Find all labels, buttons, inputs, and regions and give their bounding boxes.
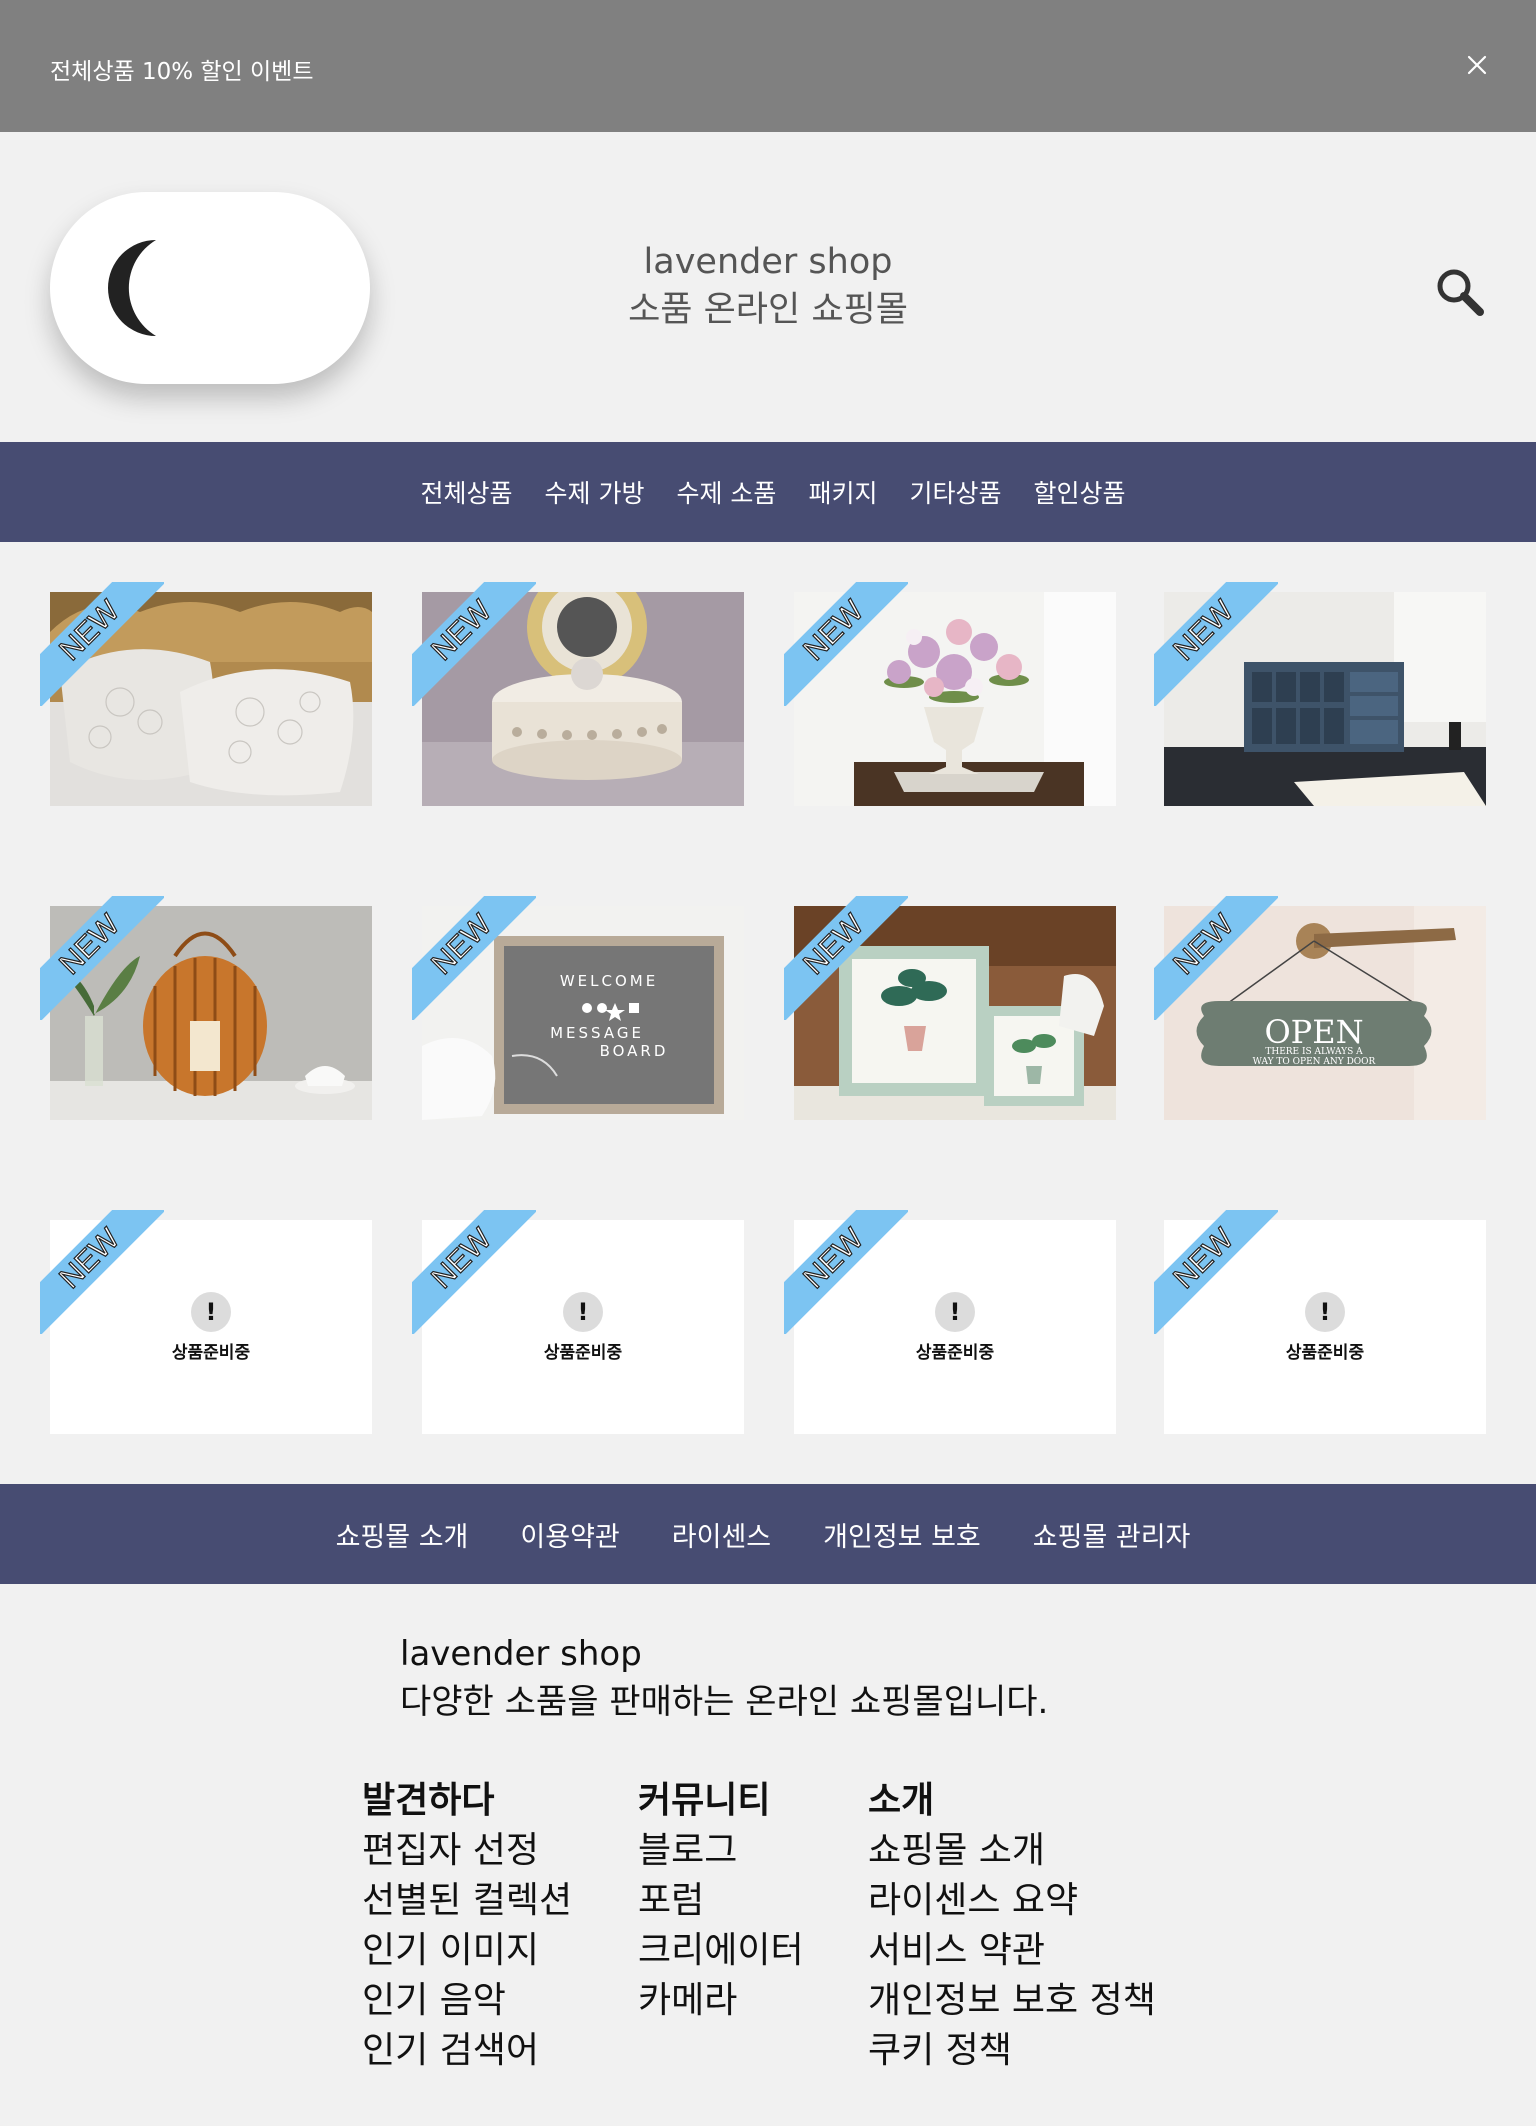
- board-line-1: WELCOME: [560, 972, 658, 990]
- footer-column-title: 소개: [868, 1780, 935, 1821]
- footer-link[interactable]: 쿠키 정책: [868, 2026, 1156, 2076]
- footer-link[interactable]: 편집자 선정: [362, 1826, 572, 1876]
- category-nav: 전체상품 수제 가방 수제 소품 패키지 기타상품 할인상품: [0, 442, 1536, 542]
- alert-icon: !: [1305, 1292, 1345, 1332]
- product-card-pending[interactable]: ! 상품준비중 NEW: [40, 1210, 372, 1434]
- new-badge: NEW: [40, 1210, 164, 1334]
- board-line-3: BOARD: [600, 1042, 669, 1060]
- shop-name: lavender shop: [643, 242, 893, 282]
- board-line-2: MESSAGE: [550, 1024, 644, 1042]
- footer-nav-admin[interactable]: 쇼핑몰 관리자: [1033, 1515, 1191, 1554]
- footer-link[interactable]: 포럼: [638, 1876, 804, 1926]
- alert-icon: !: [935, 1292, 975, 1332]
- close-icon[interactable]: [1464, 52, 1490, 78]
- nav-item-sale-products[interactable]: 할인상품: [1033, 474, 1125, 510]
- sign-subtitle-1: THERE IS ALWAYS A: [1265, 1047, 1363, 1057]
- shop-tagline: 소품 온라인 쇼핑몰: [628, 290, 908, 330]
- footer-nav-license[interactable]: 라이센스: [672, 1515, 771, 1554]
- footer-link[interactable]: 쇼핑몰 소개: [868, 1826, 1156, 1876]
- new-badge: NEW: [412, 896, 536, 1020]
- new-badge: NEW: [1154, 582, 1278, 706]
- new-badge: NEW: [784, 896, 908, 1020]
- new-badge: NEW: [1154, 1210, 1278, 1334]
- product-card[interactable]: NEW: [784, 896, 1116, 1120]
- footer-column-discover: 발견하다 편집자 선정 선별된 컬렉션 인기 이미지 인기 음악 인기 검색어: [362, 1776, 572, 2076]
- footer-column-community: 커뮤니티 블로그 포럼 크리에이터 카메라: [638, 1776, 804, 2026]
- nav-item-handmade-goods[interactable]: 수제 소품: [676, 474, 776, 510]
- footer-description: 다양한 소품을 판매하는 온라인 쇼핑몰입니다.: [400, 1682, 1049, 1722]
- moon-icon: [108, 240, 156, 336]
- alert-icon: !: [563, 1292, 603, 1332]
- product-card[interactable]: NEW: [40, 896, 372, 1120]
- pending-label: 상품준비중: [1285, 1343, 1365, 1363]
- shop-header-title: lavender shop 소품 온라인 쇼핑몰: [568, 238, 968, 334]
- product-card-pending[interactable]: ! 상품준비중 NEW: [1154, 1210, 1486, 1434]
- footer-column-about: 소개 쇼핑몰 소개 라이센스 요약 서비스 약관 개인정보 보호 정책 쿠키 정…: [868, 1776, 1156, 2076]
- nav-item-other-products[interactable]: 기타상품: [909, 474, 1001, 510]
- footer-about: lavender shop 다양한 소품을 판매하는 온라인 쇼핑몰입니다.: [400, 1630, 1300, 1726]
- footer-link[interactable]: 블로그: [638, 1826, 804, 1876]
- search-icon[interactable]: [1434, 266, 1486, 318]
- footer-nav-terms[interactable]: 이용약관: [520, 1515, 619, 1554]
- footer-shop-name: lavender shop: [400, 1634, 642, 1674]
- alert-icon: !: [191, 1292, 231, 1332]
- footer-link[interactable]: 크리에이터: [638, 1926, 804, 1976]
- new-badge: NEW: [40, 582, 164, 706]
- product-card[interactable]: WELCOME MESSAGE BOARD NEW: [412, 896, 744, 1120]
- theme-toggle[interactable]: [50, 192, 370, 384]
- product-card[interactable]: OPEN THERE IS ALWAYS A WAY TO OPEN ANY D…: [1154, 896, 1486, 1120]
- footer-link[interactable]: 인기 이미지: [362, 1926, 572, 1976]
- promo-banner-text: 전체상품 10% 할인 이벤트: [50, 59, 314, 85]
- product-card-pending[interactable]: ! 상품준비중 NEW: [412, 1210, 744, 1434]
- sign-title: OPEN: [1264, 1013, 1363, 1051]
- nav-item-all-products[interactable]: 전체상품: [421, 474, 513, 510]
- new-badge: NEW: [412, 1210, 536, 1334]
- new-badge: NEW: [40, 896, 164, 1020]
- footer-nav: 쇼핑몰 소개 이용약관 라이센스 개인정보 보호 쇼핑몰 관리자: [0, 1484, 1536, 1584]
- product-card[interactable]: NEW: [40, 582, 372, 806]
- new-badge: NEW: [1154, 896, 1278, 1020]
- footer-link[interactable]: 인기 검색어: [362, 2026, 572, 2076]
- footer-nav-privacy[interactable]: 개인정보 보호: [823, 1515, 981, 1554]
- new-badge: NEW: [412, 582, 536, 706]
- product-card[interactable]: NEW: [412, 582, 744, 806]
- footer-link[interactable]: 카메라: [638, 1976, 804, 2026]
- pending-label: 상품준비중: [543, 1343, 623, 1363]
- nav-item-handmade-bags[interactable]: 수제 가방: [545, 474, 645, 510]
- product-card[interactable]: NEW: [784, 582, 1116, 806]
- product-card[interactable]: NEW: [1154, 582, 1486, 806]
- footer-link[interactable]: 선별된 컬렉션: [362, 1876, 572, 1926]
- pending-label: 상품준비중: [171, 1343, 251, 1363]
- nav-item-package[interactable]: 패키지: [808, 474, 877, 510]
- footer-link[interactable]: 인기 음악: [362, 1976, 572, 2026]
- new-badge: NEW: [784, 1210, 908, 1334]
- footer-link[interactable]: 개인정보 보호 정책: [868, 1976, 1156, 2026]
- footer-link[interactable]: 라이센스 요약: [868, 1876, 1156, 1926]
- sign-subtitle-2: WAY TO OPEN ANY DOOR: [1253, 1057, 1376, 1067]
- promo-banner: 전체상품 10% 할인 이벤트: [0, 0, 1536, 132]
- footer-link[interactable]: 서비스 약관: [868, 1926, 1156, 1976]
- footer-column-title: 커뮤니티: [638, 1780, 771, 1821]
- product-card-pending[interactable]: ! 상품준비중 NEW: [784, 1210, 1116, 1434]
- footer-nav-about[interactable]: 쇼핑몰 소개: [336, 1515, 469, 1554]
- new-badge: NEW: [784, 582, 908, 706]
- pending-label: 상품준비중: [915, 1343, 995, 1363]
- footer-column-title: 발견하다: [362, 1780, 495, 1821]
